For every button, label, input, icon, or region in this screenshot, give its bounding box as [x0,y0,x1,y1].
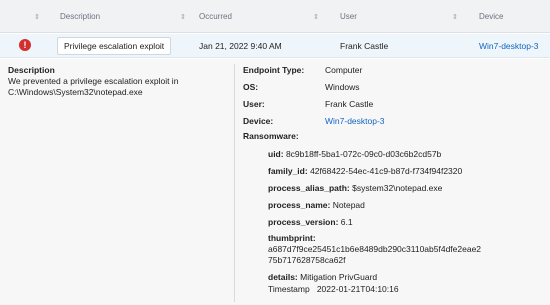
family-id-field: family_id: 42f68422-54ec-41c9-b87d-f734f… [268,166,463,176]
sort-icon[interactable]: ⇕ [180,0,186,33]
details-divider [234,64,235,302]
event-device-link[interactable]: Win7-desktop-3 [479,34,539,58]
event-occurred: Jan 21, 2022 9:40 AM [199,41,282,51]
event-user: Frank Castle [340,41,389,51]
os-label: OS: [243,82,259,92]
sort-icon[interactable]: ⇕ [34,0,40,33]
exclamation-icon: ! [19,39,31,51]
sort-icon[interactable]: ⇕ [452,0,458,33]
event-description[interactable]: Privilege escalation exploit [57,37,172,55]
details-description-title: Description [8,65,55,75]
device-label: Device: [243,116,274,126]
details-description-text: We prevented a privilege escalation expl… [8,76,179,97]
uid-field: uid: 8c9b18ff-5ba1-072c-09c0-d03c6b2cd57… [268,149,442,159]
os-value: Windows [325,82,360,92]
process-alias-path-field: process_alias_path: $system32\notepad.ex… [268,183,443,193]
sort-icon[interactable]: ⇕ [313,0,319,33]
endpoint-type-label: Endpoint Type: [243,65,305,75]
user-label: User: [243,99,265,109]
user-value: Frank Castle [325,99,374,109]
table-header: ⇕ Description ⇕ Occurred ⇕ User ⇕ Device [0,0,550,33]
endpoint-type-value: Computer [325,65,363,75]
details-field: details: Mitigation PrivGuard [268,272,378,282]
process-name-field: process_name: Notepad [268,200,365,210]
column-header-user[interactable]: User [340,0,357,33]
timestamp-field: Timestamp 2022-01-21T04:10:16 [268,284,399,294]
thumbprint-field: thumbprint: a687d7f9ce25451c1b6e8489db29… [268,233,482,265]
column-header-description[interactable]: Description [60,0,100,33]
column-header-occurred[interactable]: Occurred [199,0,232,33]
table-row[interactable]: ! Privilege escalation exploit Jan 21, 2… [0,34,550,58]
device-link[interactable]: Win7-desktop-3 [325,116,385,126]
process-version-field: process_version: 6.1 [268,217,353,227]
column-header-device[interactable]: Device [479,0,503,33]
ransomware-label: Ransomware: [243,131,299,141]
